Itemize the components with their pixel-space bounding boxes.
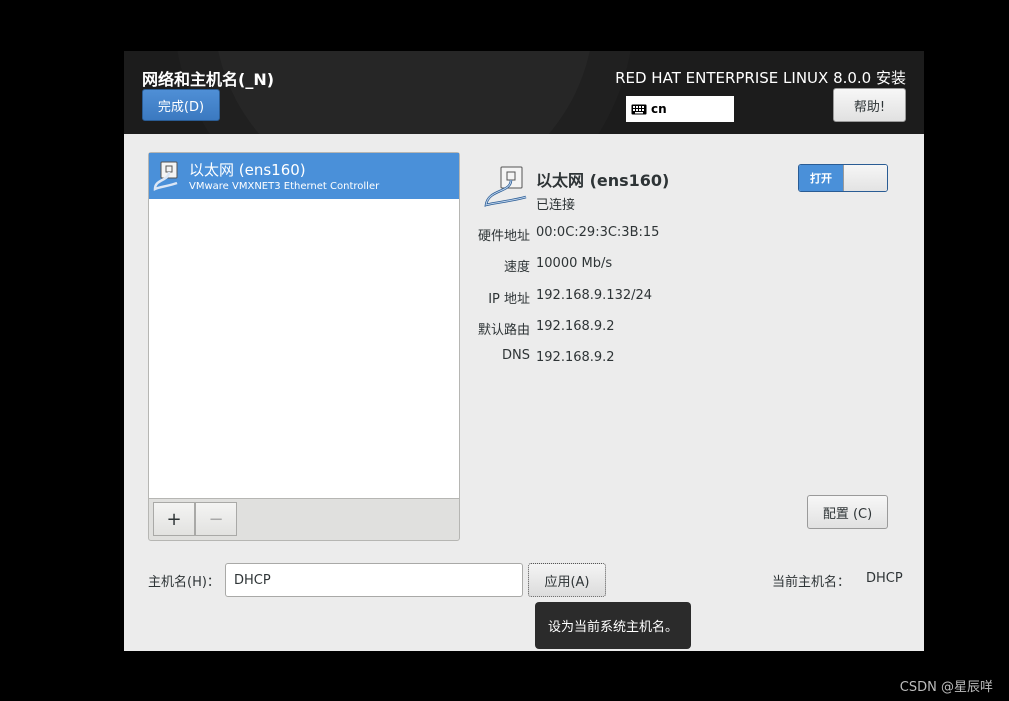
ethernet-icon: [151, 159, 185, 199]
connection-status: 已连接: [536, 198, 576, 213]
connection-description: VMware VMXNET3 Ethernet Controller: [189, 181, 380, 192]
apply-hostname-button[interactable]: 应用(A): [528, 563, 606, 597]
hardware-address-label: 硬件地址: [477, 229, 530, 244]
default-route-label: 默认路由: [477, 323, 530, 338]
background-swirl: [214, 51, 594, 134]
toggle-knob: [843, 165, 887, 191]
connection-toggle[interactable]: 打开: [798, 164, 888, 192]
remove-connection-button[interactable]: −: [195, 502, 237, 536]
connection-list-panel: 以太网 (ens160) VMware VMXNET3 Ethernet Con…: [148, 152, 460, 541]
keyboard-layout-indicator[interactable]: cn: [626, 96, 734, 122]
done-button[interactable]: 完成(D): [142, 89, 220, 121]
connection-name: 以太网 (ens160): [189, 161, 306, 179]
dns-label: DNS: [502, 348, 530, 363]
hostname-input[interactable]: [225, 563, 523, 597]
add-connection-button[interactable]: +: [153, 502, 195, 536]
speed-value: 10000 Mb/s: [536, 256, 613, 271]
ethernet-icon: [482, 163, 532, 215]
network-hostname-window: 网络和主机名(_N) 完成(D) RED HAT ENTERPRISE LINU…: [124, 51, 924, 651]
keyboard-icon: [631, 104, 647, 114]
current-hostname-label: 当前主机名：: [772, 575, 851, 590]
configure-button[interactable]: 配置 (C): [807, 495, 888, 529]
speed-label: 速度: [503, 260, 530, 275]
current-hostname-value: DHCP: [866, 571, 903, 586]
device-name: 以太网 (ens160): [536, 171, 670, 190]
apply-tooltip: 设为当前系统主机名。: [535, 602, 691, 649]
default-route-value: 192.168.9.2: [536, 319, 615, 334]
hardware-address-value: 00:0C:29:3C:3B:15: [536, 225, 660, 240]
page-title: 网络和主机名(_N): [142, 70, 275, 89]
ip-address-label: IP 地址: [488, 292, 530, 307]
help-button[interactable]: 帮助!: [833, 88, 906, 122]
ip-address-value: 192.168.9.132/24: [536, 288, 653, 303]
toggle-on-label: 打开: [799, 165, 843, 191]
list-item-ens160[interactable]: 以太网 (ens160) VMware VMXNET3 Ethernet Con…: [149, 153, 459, 199]
product-title: RED HAT ENTERPRISE LINUX 8.0.0 安装: [615, 69, 906, 87]
keyboard-layout-label: cn: [651, 102, 667, 116]
watermark: CSDN @星辰咩: [899, 680, 993, 695]
connection-list: 以太网 (ens160) VMware VMXNET3 Ethernet Con…: [149, 153, 459, 499]
hostname-label: 主机名(H)：: [148, 575, 220, 590]
header-bar: 网络和主机名(_N) 完成(D) RED HAT ENTERPRISE LINU…: [124, 51, 924, 134]
dns-value: 192.168.9.2: [536, 350, 615, 365]
